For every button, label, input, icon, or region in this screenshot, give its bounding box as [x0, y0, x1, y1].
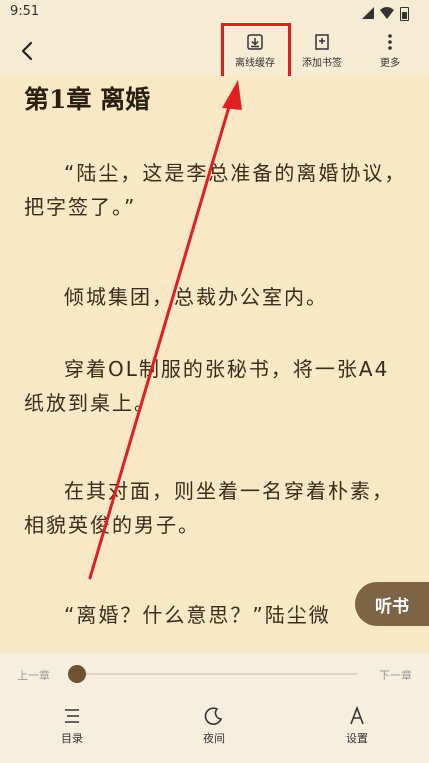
more-vertical-icon: [388, 34, 392, 50]
night-mode-button[interactable]: 夜间: [184, 705, 244, 746]
status-time: 9:51: [10, 4, 40, 19]
status-bar: 9:51: [0, 0, 429, 26]
offline-cache-label: 离线缓存: [235, 58, 275, 69]
battery-icon: [400, 6, 409, 21]
settings-button[interactable]: 设置: [327, 705, 387, 746]
next-chapter-button[interactable]: 下一章: [379, 667, 412, 683]
night-label: 夜间: [203, 732, 225, 745]
reader-toolbar: 离线缓存 添加书签 更多: [0, 26, 429, 76]
progress-thumb[interactable]: [68, 665, 86, 683]
catalog-label: 目录: [61, 732, 83, 745]
list-icon: [65, 709, 79, 723]
paragraph: “陆尘，这是李总准备的离婚协议，把字签了。”: [24, 161, 407, 219]
progress-track[interactable]: [70, 673, 357, 675]
status-icons: [362, 4, 409, 23]
signal-icon: [362, 4, 374, 23]
prev-chapter-button[interactable]: 上一章: [17, 667, 50, 683]
add-bookmark-label: 添加书签: [302, 58, 342, 69]
download-icon: [247, 34, 263, 50]
more-button[interactable]: 更多: [372, 32, 408, 72]
paragraph: 倾城集团，总裁办公室内。: [64, 285, 328, 309]
chapter-progress: 上一章 下一章: [0, 653, 429, 695]
chapter-title: 第1章 离婚: [24, 85, 151, 114]
paragraph: “离婚？什么意思？”陆尘微: [64, 603, 331, 627]
bottom-nav: 目录 夜间 设置: [0, 695, 429, 763]
paragraph: 穿着OL制服的张秘书，将一张A4纸放到桌上。: [24, 357, 390, 415]
catalog-button[interactable]: 目录: [42, 705, 102, 746]
reading-content[interactable]: 第1章 离婚 “陆尘，这是李总准备的离婚协议，把字签了。” 倾城集团，总裁办公室…: [0, 76, 429, 653]
listen-book-button[interactable]: 听书: [355, 582, 429, 626]
offline-cache-button[interactable]: 离线缓存: [226, 32, 284, 72]
back-arrow-icon: [21, 41, 33, 61]
bookmark-add-icon: [315, 34, 329, 50]
wifi-icon: [380, 4, 394, 23]
paragraph: 在其对面，则坐着一名穿着朴素，相貌英俊的男子。: [24, 479, 394, 537]
moon-icon: [204, 707, 223, 725]
more-label: 更多: [380, 58, 400, 69]
font-icon: [350, 705, 364, 725]
back-button[interactable]: [14, 38, 40, 64]
add-bookmark-button[interactable]: 添加书签: [294, 32, 350, 72]
settings-label: 设置: [346, 732, 368, 745]
